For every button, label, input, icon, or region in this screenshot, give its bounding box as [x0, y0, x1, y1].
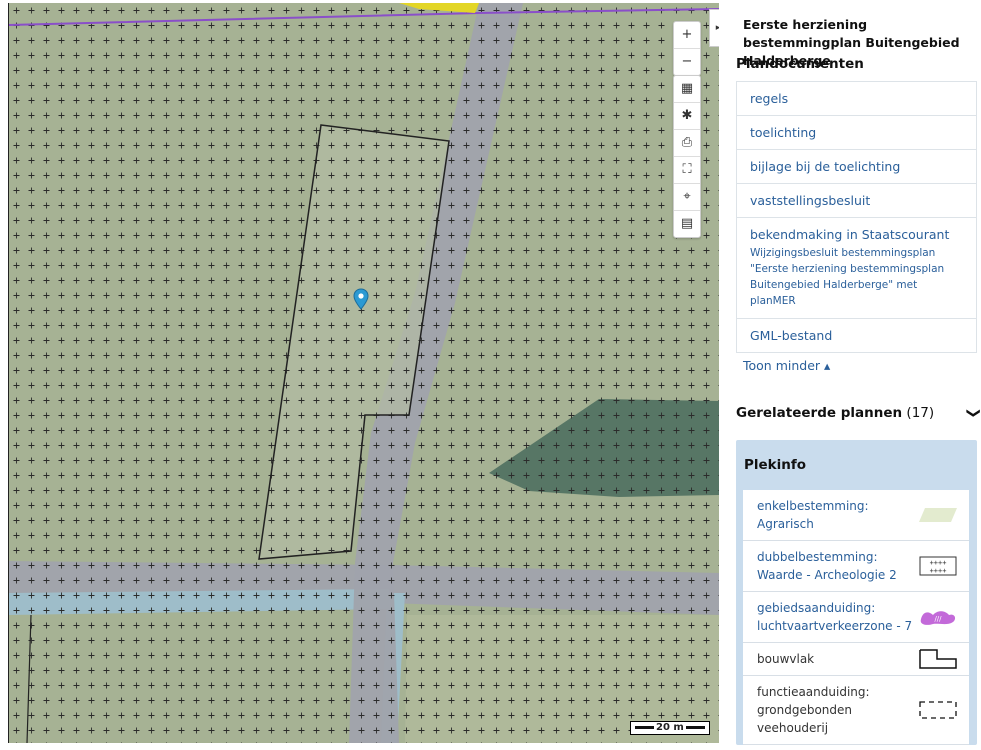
svg-text:++++: ++++ — [930, 559, 947, 567]
plekinfo-item-luchtvaart[interactable]: gebiedsaanduiding: luchtvaartverkeerzone… — [743, 592, 969, 643]
print-icon[interactable]: ⎙ — [674, 130, 700, 157]
dashed-outline-swatch-icon — [919, 701, 957, 719]
related-plans-label: Gerelateerde plannen — [736, 405, 903, 421]
doc-link-regels[interactable]: regels — [736, 81, 977, 116]
fullscreen-icon[interactable]: ⛶ — [674, 157, 700, 184]
archeology-hatch — [9, 3, 719, 743]
related-plans-toggle[interactable]: Gerelateerde plannen (17) ❯ — [736, 405, 981, 421]
chevron-down-icon: ❯ — [965, 407, 981, 419]
zoom-out-button[interactable]: − — [674, 49, 700, 75]
map-canvas[interactable] — [9, 3, 719, 743]
svg-text:///: /// — [934, 615, 942, 623]
plekinfo-item-agrarisch[interactable]: enkelbestemming: Agrarisch — [743, 490, 969, 541]
plekinfo-box: Plekinfo enkelbestemming: Agrarisch dubb… — [736, 440, 977, 745]
plandocumenten-heading: Plandocumenten — [736, 56, 864, 72]
info-panel: Eerste herziening bestemmingplan Buiteng… — [728, 0, 981, 750]
svg-text:++++: ++++ — [930, 567, 947, 575]
toon-minder-link[interactable]: Toon minder ▴ — [743, 358, 830, 373]
plekinfo-item-archeologie[interactable]: dubbelbestemming: Waarde - Archeologie 2… — [743, 541, 969, 592]
map-toolbar: ▦ ✱ ⎙ ⛶ ⌖ ▤ — [673, 75, 701, 238]
doc-sublabel: Wijzigingsbesluit bestemmingsplan "Eerst… — [750, 247, 945, 307]
doc-link-bijlage[interactable]: bijlage bij de toelichting — [736, 150, 977, 184]
scale-bar: 20 m — [630, 721, 710, 735]
document-list: regels toelichting bijlage bij de toelic… — [736, 81, 977, 353]
agrarisch-swatch-icon — [919, 508, 957, 522]
plekinfo-item-veehouderij[interactable]: functieaanduiding: grondgebonden veehoud… — [743, 676, 969, 745]
doc-link-toelichting[interactable]: toelichting — [736, 116, 977, 150]
plekinfo-heading: Plekinfo — [744, 457, 807, 473]
settings-gear-icon[interactable]: ✱ — [674, 103, 700, 130]
cross-hatch-swatch-icon: ++++ ++++ — [919, 556, 957, 576]
doc-link-bekendmaking[interactable]: bekendmaking in Staatscourant Wijzigings… — [736, 218, 977, 319]
bouwvlak-outline-swatch-icon — [919, 649, 957, 669]
doc-link-vaststellingsbesluit[interactable]: vaststellingsbesluit — [736, 184, 977, 218]
purple-zone-swatch-icon: /// — [920, 611, 956, 625]
scale-label: 20 m — [654, 722, 686, 734]
panel-toggle-button[interactable]: ▸ — [709, 9, 719, 47]
doc-link-gml[interactable]: GML-bestand — [736, 319, 977, 353]
zoom-controls: + − — [673, 21, 701, 76]
layers-icon[interactable]: ▦ — [674, 76, 700, 103]
legend-list-icon[interactable]: ▤ — [674, 211, 700, 237]
locate-icon[interactable]: ⌖ — [674, 184, 700, 211]
zoom-in-button[interactable]: + — [674, 22, 700, 49]
map-view[interactable]: + − ▦ ✱ ⎙ ⛶ ⌖ ▤ ▸ 20 m — [8, 3, 719, 743]
related-plans-count: (17) — [906, 405, 935, 421]
plekinfo-item-bouwvlak[interactable]: bouwvlak — [743, 643, 969, 676]
